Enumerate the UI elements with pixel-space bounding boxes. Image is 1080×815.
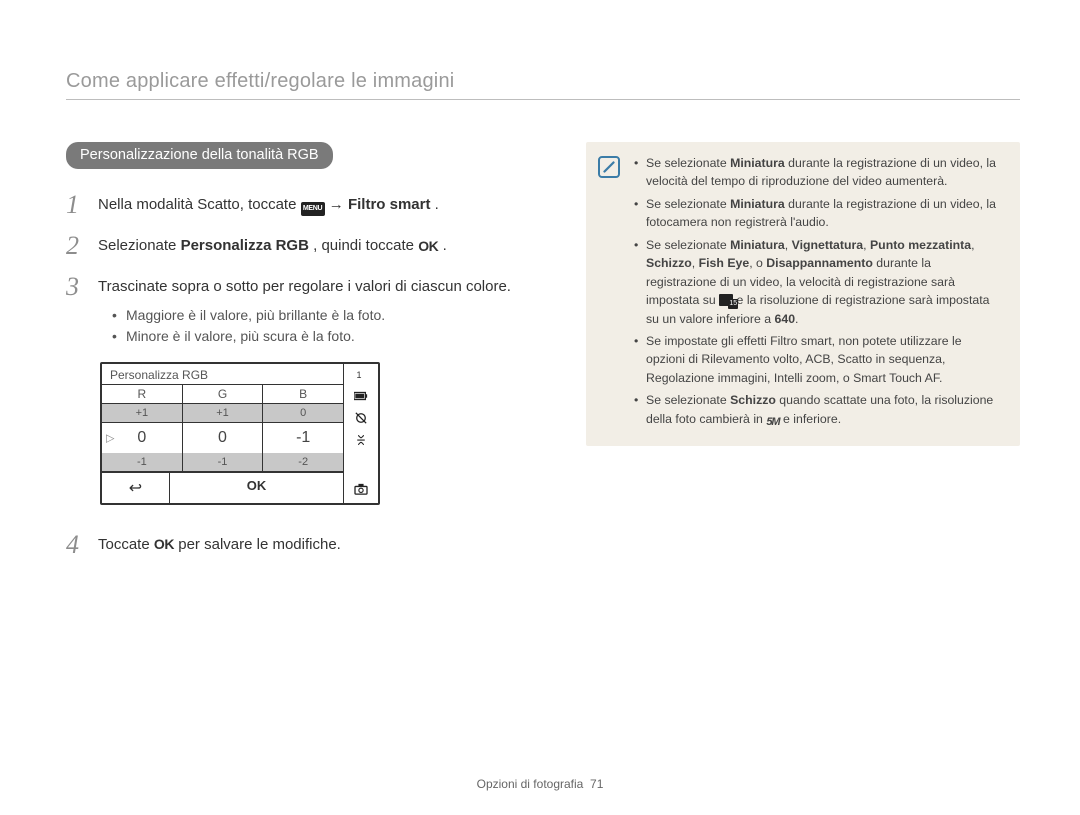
bullet-item: Maggiore è il valore, più brillante è la…: [98, 305, 511, 327]
rgb-cell: +1: [102, 404, 182, 422]
step-text: , quindi toccate: [313, 237, 418, 254]
step-1: 1 Nella modalità Scatto, toccate MENU → …: [66, 191, 546, 218]
note-bold: Punto mezzatinta: [870, 238, 971, 252]
shot-counter: 1: [356, 370, 361, 380]
ok-icon: OK: [154, 534, 174, 555]
bullet-item: Minore è il valore, più scura è la foto.: [98, 326, 511, 348]
ok-icon: OK: [418, 236, 438, 257]
note-bold: Miniatura: [730, 156, 785, 170]
device-sidebar: 1: [344, 364, 378, 503]
battery-icon: [354, 390, 368, 402]
footer-section: Opzioni di fotografia: [477, 777, 584, 791]
flash-icon: [354, 412, 368, 424]
step-body: Selezionate Personalizza RGB , quindi to…: [98, 232, 447, 258]
step-bold: Filtro smart: [348, 196, 431, 213]
rgb-column-header: B: [262, 385, 343, 403]
rgb-row-bottom: -1-1-2: [102, 453, 343, 471]
rgb-cell: -2: [262, 453, 343, 471]
notes-list: Se selezionate Miniatura durante la regi…: [632, 154, 1002, 432]
note-bold: Schizzo: [646, 256, 692, 270]
rgb-cell: -1: [102, 453, 182, 471]
ok-button[interactable]: OK: [170, 473, 343, 503]
note-bold: Vignettatura: [792, 238, 864, 252]
rgb-cell: 0: [262, 404, 343, 422]
note-bold: Fish Eye: [699, 256, 750, 270]
note-bold: 640: [775, 312, 796, 326]
step-2: 2 Selezionate Personalizza RGB , quindi …: [66, 232, 546, 259]
back-button[interactable]: ↩: [102, 473, 170, 503]
note-item: Se selezionate Schizzo quando scattate u…: [632, 391, 1002, 428]
rgb-header-row: RGB: [102, 384, 343, 404]
note-item: Se selezionate Miniatura durante la regi…: [632, 195, 1002, 232]
step-body: Toccate OK per salvare le modifiche.: [98, 531, 341, 557]
stabilizer-icon: [354, 434, 368, 446]
rgb-column-header: G: [182, 385, 263, 403]
step-number: 2: [66, 232, 84, 259]
step-4: 4 Toccate OK per salvare le modifiche.: [66, 531, 546, 558]
note-bold: Miniatura: [730, 238, 785, 252]
note-item: Se selezionate Miniatura, Vignettatura, …: [632, 236, 1002, 328]
info-icon: [598, 156, 620, 178]
camera-icon: [354, 483, 368, 495]
step-number: 3: [66, 273, 84, 300]
step-body: Trascinate sopra o sotto per regolare i …: [98, 273, 511, 348]
rgb-cell: +1: [182, 404, 263, 422]
steps-list: 1 Nella modalità Scatto, toccate MENU → …: [66, 191, 546, 348]
rgb-cell[interactable]: 0: [182, 423, 263, 453]
step-text: Trascinate sopra o sotto per regolare i …: [98, 278, 511, 295]
page-number: 71: [590, 777, 603, 791]
rgb-row-top: +1+10: [102, 404, 343, 423]
device-title: Personalizza RGB: [102, 364, 343, 384]
note-item: Se selezionate Miniatura durante la regi…: [632, 154, 1002, 191]
note-box: Se selezionate Miniatura durante la regi…: [586, 142, 1020, 446]
step-text: Nella modalità Scatto, toccate: [98, 196, 301, 213]
step-body: Nella modalità Scatto, toccate MENU → Fi…: [98, 191, 439, 217]
megapixel-icon: 5M: [766, 414, 779, 426]
step-text: .: [435, 196, 439, 213]
note-bold: Miniatura: [730, 197, 785, 211]
rgb-row-mid: 00-1: [102, 423, 343, 453]
section-title-pill: Personalizzazione della tonalità RGB: [66, 142, 333, 169]
step-bullets: Maggiore è il valore, più brillante è la…: [98, 305, 511, 348]
fps-icon: [719, 294, 733, 306]
note-item: Se impostate gli effetti Filtro smart, n…: [632, 332, 1002, 387]
note-bold: Schizzo: [730, 393, 776, 407]
device-screenshot: Personalizza RGB RGB +1+10 ▷ 00-1 -1-1-2…: [100, 362, 380, 505]
arrow-text: →: [329, 196, 348, 213]
step-text: per salvare le modifiche.: [178, 536, 341, 553]
step-text: Toccate: [98, 536, 154, 553]
rgb-cell: -1: [182, 453, 263, 471]
step-text: Selezionate: [98, 237, 181, 254]
note-bold: Disappannamento: [766, 256, 873, 270]
step-3: 3 Trascinate sopra o sotto per regolare …: [66, 273, 546, 348]
rgb-column-header: R: [102, 385, 182, 403]
selection-indicator-icon: ▷: [106, 431, 114, 444]
step-number: 4: [66, 531, 84, 558]
page-footer: Opzioni di fotografia 71: [0, 777, 1080, 791]
page-header: Come applicare effetti/regolare le immag…: [66, 70, 1020, 100]
step-text: .: [443, 237, 447, 254]
menu-icon: MENU: [301, 202, 325, 216]
rgb-cell[interactable]: -1: [262, 423, 343, 453]
step-bold: Personalizza RGB: [181, 237, 309, 254]
step-number: 1: [66, 191, 84, 218]
